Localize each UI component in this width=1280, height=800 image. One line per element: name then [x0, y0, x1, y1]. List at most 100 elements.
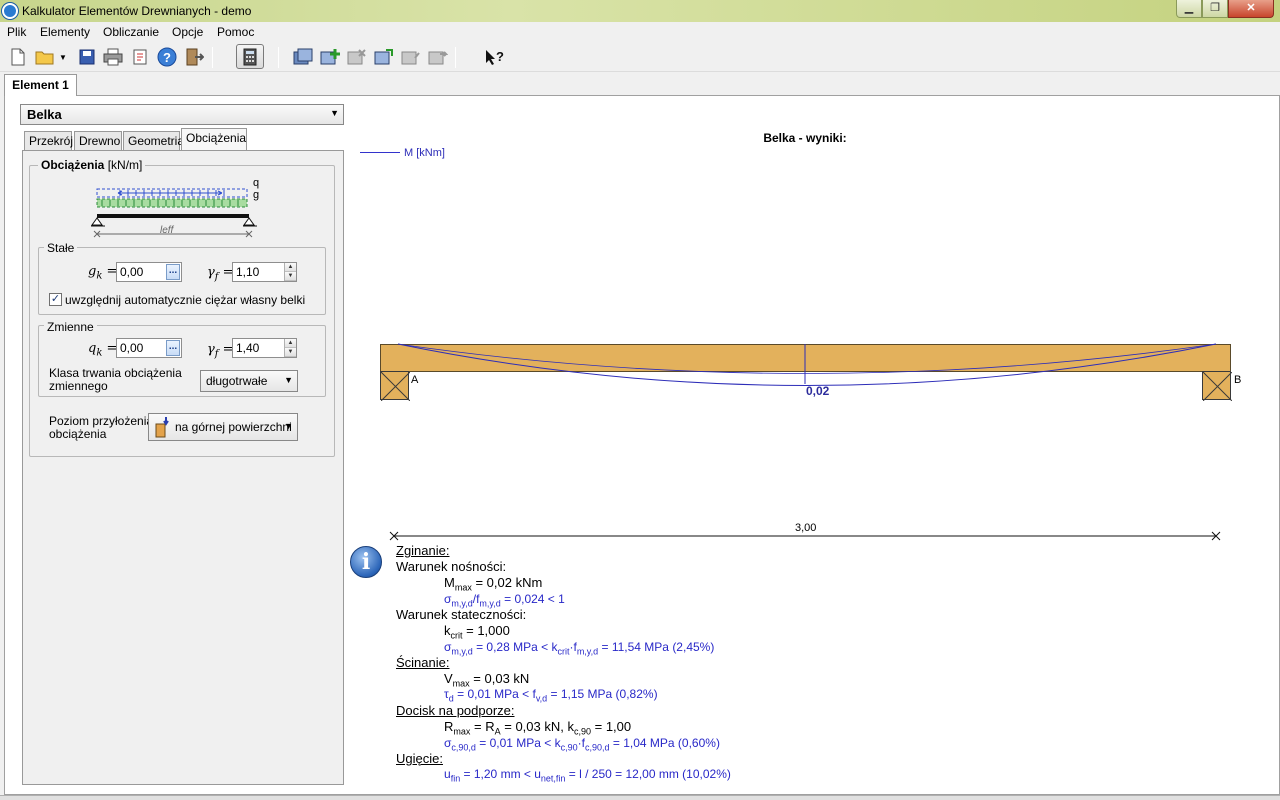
deflection-mid: = 1,20 mm < u: [460, 767, 541, 781]
chevron-down-icon[interactable]: ▼: [58, 47, 68, 67]
info-icon: i: [350, 546, 382, 578]
calculator-button[interactable]: [236, 44, 264, 69]
chevron-down-icon: ▼: [284, 421, 293, 431]
mmax-symbol: M: [444, 575, 455, 590]
status-bar: [0, 795, 1280, 800]
qk-browse-button[interactable]: ...: [166, 340, 180, 356]
copy-element-icon[interactable]: [374, 47, 394, 67]
menu-opcje[interactable]: Opcje: [172, 25, 203, 39]
context-help-icon[interactable]: ?: [484, 47, 504, 67]
sigma-sub: m,y,d: [451, 646, 473, 657]
kc-value: = 1,00: [591, 719, 632, 734]
shear-heading: Ścinanie:: [396, 655, 450, 670]
spin-down-icon[interactable]: ▼: [285, 272, 296, 281]
svg-text:?: ?: [496, 49, 504, 64]
toolbar-separator: [455, 47, 456, 68]
shear-mid: = 0,01 MPa < f: [453, 687, 536, 701]
spin-down-icon[interactable]: ▼: [285, 348, 296, 357]
f-symbol: ·f: [577, 736, 586, 750]
close-button[interactable]: ✕: [1228, 0, 1274, 18]
move-down-icon[interactable]: [428, 47, 448, 67]
menu-elementy[interactable]: Elementy: [40, 25, 90, 39]
gamma-f-permanent-spinner[interactable]: ▲ ▼: [284, 263, 296, 281]
gamma-f-variable-spinner[interactable]: ▲ ▼: [284, 339, 296, 357]
g-label: g: [253, 189, 259, 201]
spin-up-icon[interactable]: ▲: [285, 263, 296, 272]
tab-przekroj[interactable]: Przekrój: [24, 131, 73, 150]
gamma-sub: f: [214, 348, 219, 360]
bearing-check-line: σc,90,d = 0,01 MPa < kc,90·fc,90,d = 1,0…: [444, 736, 720, 752]
duration-class-select[interactable]: długotrwałe ▼: [200, 370, 298, 392]
loads-group-title: Obciążenia [kN/m]: [38, 158, 146, 172]
menu-pomoc[interactable]: Pomoc: [217, 25, 254, 39]
u-symbol: u: [444, 767, 451, 781]
menu-obliczanie[interactable]: Obliczanie: [103, 25, 159, 39]
f-symbol: ·f: [569, 640, 577, 654]
qk-sub: k: [96, 347, 103, 359]
duration-class-value: długotrwałe: [206, 374, 268, 388]
exit-icon[interactable]: [184, 47, 204, 67]
bearing-value: = 1,04 MPa (0,60%): [609, 736, 720, 750]
window-title: Kalkulator Elementów Drewnianych - demo: [22, 4, 252, 18]
open-folder-icon[interactable]: [35, 47, 55, 67]
gk-browse-button[interactable]: ...: [166, 264, 180, 280]
gamma-f-variable-value: 1,40: [236, 341, 260, 355]
self-weight-checkbox[interactable]: ✓: [49, 293, 62, 306]
duration-label-line2: zmiennego: [49, 379, 108, 393]
tab-obciazenia[interactable]: Obciążenia: [181, 128, 247, 151]
vmax-line: Vmax = 0,03 kN: [444, 671, 529, 689]
help-icon[interactable]: ?: [157, 47, 177, 67]
self-weight-label: uwzględnij automatycznie ciężar własny b…: [65, 293, 306, 307]
element-list-icon[interactable]: [293, 47, 313, 67]
ra-symbol: = R: [470, 719, 495, 734]
toolbar-separator: [212, 47, 213, 68]
gk-label: gk =: [88, 264, 118, 282]
element-type-select[interactable]: Belka ▼: [20, 104, 344, 125]
load-top-surface-icon: [155, 417, 169, 438]
save-icon[interactable]: [77, 47, 97, 67]
shear-value: = 1,15 MPa (0,82%): [547, 687, 658, 701]
tab-element-1[interactable]: Element 1: [4, 74, 77, 96]
deflection-check-line: ufin = 1,20 mm < unet,fin = l / 250 = 12…: [444, 767, 731, 783]
support-a-label: A: [411, 374, 419, 386]
vmax-value: = 0,03 kN: [469, 671, 530, 686]
moment-legend-label: M [kNm]: [404, 147, 445, 159]
new-file-icon[interactable]: [8, 47, 28, 67]
permanent-title: Stałe: [44, 241, 78, 255]
tab-drewno[interactable]: Drewno: [74, 131, 122, 150]
rmax-symbol: R: [444, 719, 454, 734]
kcrit-line: kcrit = 1,000: [444, 623, 510, 641]
q-label: q: [253, 177, 259, 189]
support-a: [380, 371, 411, 402]
mmax-value: = 0,02 kNm: [471, 575, 543, 590]
delete-element-icon[interactable]: [347, 47, 367, 67]
spin-up-icon[interactable]: ▲: [285, 339, 296, 348]
print-icon[interactable]: [103, 47, 123, 67]
f-sub: m,y,d: [576, 646, 599, 657]
move-up-icon[interactable]: [401, 47, 421, 67]
maximize-button[interactable]: ❐: [1202, 0, 1228, 18]
load-level-select[interactable]: na górnej powierzchni ▼: [148, 413, 298, 441]
stability-check-line: σm,y,d = 0,28 MPa < kcrit·fm,y,d = 11,54…: [444, 640, 714, 656]
menu-plik[interactable]: Plik: [7, 25, 26, 39]
kcrit-value: = 1,000: [462, 623, 510, 638]
deflection-value: = l / 250 = 12,00 mm (10,02%): [565, 767, 731, 781]
loads-unit: [kN/m]: [107, 158, 143, 172]
ufin-sub: fin: [450, 773, 461, 784]
capacity-heading: Warunek nośności:: [396, 559, 507, 574]
element-type-value: Belka: [27, 107, 62, 122]
minimize-button[interactable]: ▁: [1176, 0, 1202, 18]
print-preview-icon[interactable]: [131, 47, 151, 67]
load-level-label-line2: obciążenia: [49, 427, 107, 441]
stress-ratio-value: = 0,024 < 1: [500, 592, 565, 606]
gamma-sub: f: [214, 271, 219, 283]
load-level-value: na górnej powierzchni: [175, 420, 292, 434]
tab-geometria[interactable]: Geometria: [123, 131, 184, 150]
mmax-line: Mmax = 0,02 kNm: [444, 575, 542, 593]
sigma-sub: c,90,d: [451, 742, 476, 753]
calculator-icon: [243, 48, 257, 65]
add-element-icon[interactable]: [320, 47, 340, 67]
gamma-symbol: γ: [207, 342, 215, 357]
gk-value: 0,00: [120, 265, 144, 279]
variable-title: Zmienne: [44, 320, 97, 334]
